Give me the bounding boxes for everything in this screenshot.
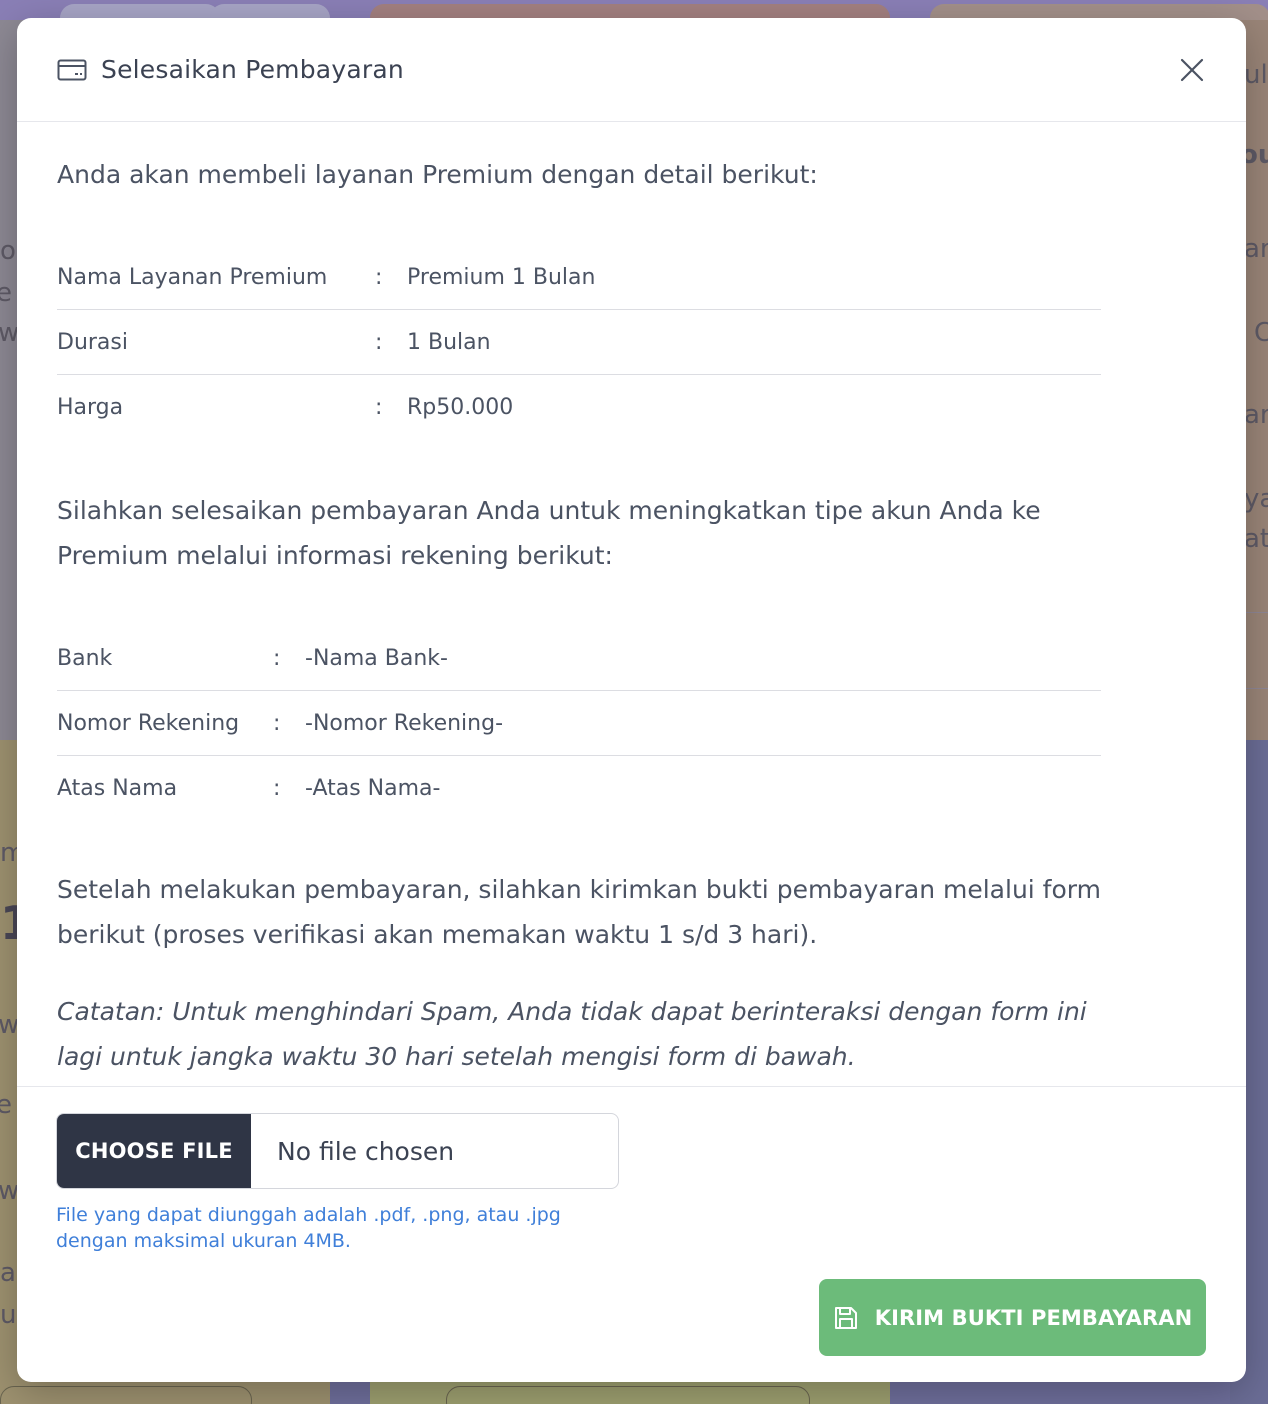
spam-note: Catatan: Untuk menghindari Spam, Anda ti… (57, 997, 1087, 1071)
row-separator: : (375, 329, 383, 355)
row-key: Atas Nama (57, 776, 178, 801)
row-key: Durasi (57, 329, 128, 355)
modal-title: Selesaikan Pembayaran (101, 55, 404, 84)
row-key: Nama Layanan Premium (57, 264, 328, 290)
intro-text: Anda akan membeli layanan Premium dengan… (57, 160, 818, 189)
row-value: -Atas Nama- (305, 776, 441, 801)
table-row: Durasi : 1 Bulan (57, 310, 1101, 375)
row-key: Nomor Rekening (57, 710, 240, 736)
bank-details-table: Bank : -Nama Bank- Nomor Rekening : -Nom… (57, 626, 1101, 821)
submit-label: KIRIM BUKTI PEMBAYARAN (874, 1305, 1193, 1330)
table-row: Harga : Rp50.000 (57, 375, 1101, 440)
bg-fragment: ul (1244, 60, 1268, 90)
row-separator: : (273, 645, 281, 671)
credit-card-icon (57, 58, 87, 82)
row-separator: : (273, 776, 281, 801)
service-details-table: Nama Layanan Premium : Premium 1 Bulan D… (57, 245, 1101, 440)
bg-fragment: o (0, 236, 16, 266)
row-key: Harga (57, 395, 124, 420)
table-row: Atas Nama : -Atas Nama- (57, 756, 1101, 821)
modal-body: Anda akan membeli layanan Premium dengan… (17, 122, 1246, 1079)
table-row: Nama Layanan Premium : Premium 1 Bulan (57, 245, 1101, 310)
row-separator: : (375, 395, 383, 420)
footer-divider (17, 1086, 1246, 1087)
table-row: Nomor Rekening : -Nomor Rekening- (57, 691, 1101, 756)
close-icon[interactable] (1178, 56, 1206, 84)
modal-header: Selesaikan Pembayaran (17, 18, 1246, 122)
row-value: -Nomor Rekening- (305, 710, 504, 736)
row-key: Bank (57, 645, 113, 671)
row-value: Premium 1 Bulan (407, 264, 596, 290)
file-status-text: No file chosen (277, 1136, 455, 1166)
bg-button-outline (0, 1386, 252, 1404)
table-row: Bank : -Nama Bank- (57, 626, 1101, 691)
bg-fragment: an (1244, 400, 1268, 430)
bg-fragment: at (1244, 524, 1268, 554)
bg-fragment: ya (1244, 484, 1268, 514)
submit-payment-proof-button[interactable]: KIRIM BUKTI PEMBAYARAN (819, 1279, 1206, 1356)
save-icon (833, 1305, 859, 1331)
row-value: 1 Bulan (407, 329, 491, 355)
payment-modal: Selesaikan Pembayaran Anda akan membeli … (17, 18, 1246, 1382)
payment-instructions: Silahkan selesaikan pembayaran Anda untu… (57, 496, 1041, 570)
row-value: -Nama Bank- (305, 645, 448, 671)
bg-button-outline (446, 1386, 810, 1404)
file-upload-input[interactable]: CHOOSE FILE No file chosen (56, 1113, 619, 1189)
after-payment-text: Setelah melakukan pembayaran, silahkan k… (57, 875, 1101, 949)
bg-fragment: an (1244, 234, 1268, 264)
bg-fragment: C (1254, 318, 1268, 348)
row-separator: : (273, 710, 281, 736)
file-hint: File yang dapat diunggah adalah .pdf, .p… (56, 1204, 561, 1252)
row-value: Rp50.000 (407, 395, 514, 420)
row-separator: : (375, 264, 383, 290)
choose-file-button[interactable]: CHOOSE FILE (57, 1114, 251, 1188)
